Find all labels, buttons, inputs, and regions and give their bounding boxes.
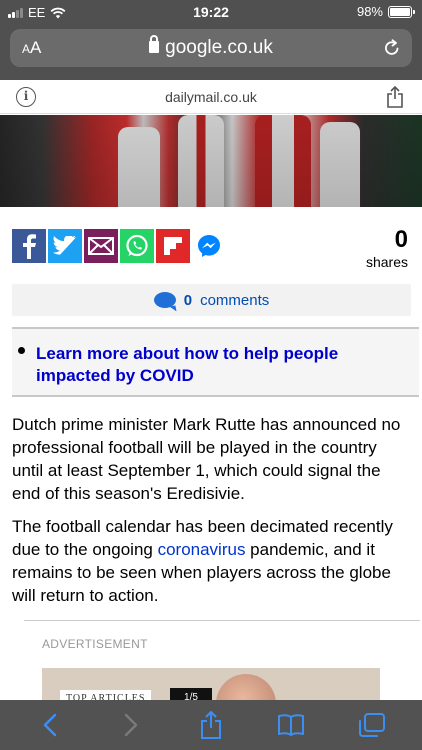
bookmarks-icon [278,714,305,736]
address-bar[interactable]: AA google.co.uk [10,29,412,67]
url-display[interactable]: google.co.uk [10,35,412,59]
flipboard-icon [164,237,182,255]
status-right: 98% [356,4,415,19]
messenger-icon [198,235,220,257]
article-paragraph: The football calendar has been decimated… [12,515,412,607]
messenger-share-button[interactable] [192,229,226,263]
advertisement-label: ADVERTISEMENT [42,637,148,651]
coronavirus-link[interactable]: coronavirus [158,540,246,559]
share-count-label: shares [365,254,408,270]
battery-icon [388,5,415,18]
status-bar: EE 19:22 98% [0,0,422,24]
email-share-button[interactable] [84,229,118,263]
comments-button[interactable]: 0 comments [12,284,411,316]
amp-domain[interactable]: dailymail.co.uk [0,89,422,105]
bullet-icon [18,347,25,354]
facebook-icon [23,234,36,259]
hero-shade [0,115,422,207]
share-buttons [12,229,226,263]
whatsapp-share-button[interactable] [120,229,154,263]
comments-label: comments [200,291,270,309]
forward-button[interactable] [111,705,151,745]
back-icon [43,713,57,737]
forward-icon [124,713,137,737]
browser-toolbar [0,700,422,750]
reload-icon[interactable] [382,38,402,58]
covid-help-link[interactable]: Learn more about how to help people impa… [36,343,406,387]
comment-bubble-icon [153,292,176,308]
facebook-share-button[interactable] [12,229,46,263]
article-hero-image [0,115,422,207]
amp-header: i dailymail.co.uk [0,80,422,114]
battery-percent: 98% [356,4,383,19]
url-text: google.co.uk [165,37,273,58]
article-paragraph: Dutch prime minister Mark Rutte has anno… [12,415,401,503]
back-button[interactable] [30,705,70,745]
email-icon [88,237,114,255]
whatsapp-icon [126,234,148,257]
flipboard-share-button[interactable] [156,229,190,263]
share-count-number: 0 [394,226,408,253]
tabs-button[interactable] [352,705,392,745]
share-icon [200,711,221,739]
tabs-icon [358,713,385,737]
share-icon[interactable] [386,86,404,108]
share-count: 0 shares [365,226,408,271]
bookmarks-button[interactable] [271,705,311,745]
twitter-icon [53,236,77,255]
covid-info-box: Learn more about how to help people impa… [12,327,419,397]
lock-icon [149,35,160,53]
share-button[interactable] [191,705,231,745]
battery-fill [390,7,410,16]
divider [24,620,420,621]
browser-chrome: EE 19:22 98% AA google.co.uk [0,0,422,80]
comments-count: 0 [183,291,193,309]
twitter-share-button[interactable] [48,229,82,263]
